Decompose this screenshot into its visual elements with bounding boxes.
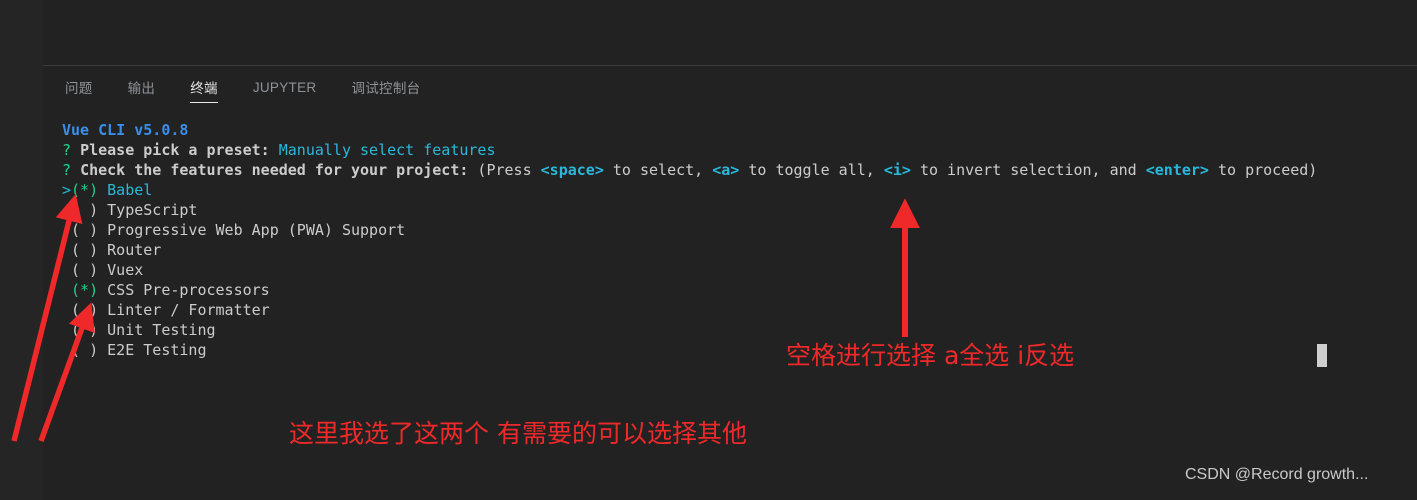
terminal-span: ? — [62, 161, 81, 179]
terminal-line: Vue CLI v5.0.8 — [62, 120, 1317, 140]
terminal-span: Linter / Formatter — [107, 301, 270, 319]
terminal-span: (Press — [477, 161, 541, 179]
terminal-span: Babel — [107, 181, 153, 199]
terminal-span: Vuex — [107, 261, 144, 279]
terminal-line: ( ) Progressive Web App (PWA) Support — [62, 220, 1317, 240]
terminal-span: ( ) — [62, 201, 108, 219]
terminal-span — [98, 281, 107, 299]
terminal-span: Please pick a preset: — [80, 141, 279, 159]
terminal-span: (*) — [71, 281, 99, 299]
editor-area — [43, 0, 1417, 66]
terminal-span: <a> — [712, 161, 740, 179]
terminal-span: ? — [62, 141, 81, 159]
terminal-line: ( ) Router — [62, 240, 1317, 260]
panel-tab-3[interactable]: JUPYTER — [253, 80, 317, 101]
panel-tab-2[interactable]: 终端 — [190, 77, 218, 103]
annotation-keys-note: 空格进行选择 a全选 i反选 — [786, 341, 1075, 370]
panel-tab-4[interactable]: 调试控制台 — [351, 77, 420, 103]
terminal-line: ? Check the features needed for your pro… — [62, 160, 1317, 180]
terminal-span: ( ) — [62, 261, 108, 279]
terminal-span: <i> — [883, 161, 911, 179]
terminal-span: to toggle all, — [739, 161, 884, 179]
terminal-line: ( ) Vuex — [62, 260, 1317, 280]
terminal-line: ( ) Unit Testing — [62, 320, 1317, 340]
terminal-span: ( ) — [62, 321, 108, 339]
terminal-line: ( ) TypeScript — [62, 200, 1317, 220]
terminal-span: (*) — [71, 181, 99, 199]
terminal-line: (*) CSS Pre-processors — [62, 280, 1317, 300]
terminal-line: ( ) E2E Testing — [62, 340, 1317, 360]
terminal-span: Manually select features — [278, 141, 496, 159]
terminal-span: Check the features needed for your proje… — [80, 161, 478, 179]
panel-tab-bar: 问题 输出 终端 JUPYTER 调试控制台 — [43, 74, 455, 106]
csdn-watermark: CSDN @Record growth... — [1185, 466, 1369, 483]
vscode-window: 问题 输出 终端 JUPYTER 调试控制台 Vue CLI v5.0.8? Pleas… — [0, 0, 1417, 500]
terminal-span: to invert selection, and — [910, 161, 1146, 179]
terminal-span: ( ) — [62, 241, 108, 259]
terminal-line: ? Please pick a preset: Manually select … — [62, 140, 1317, 160]
terminal-span: to proceed) — [1208, 161, 1318, 179]
panel-tab-0[interactable]: 问题 — [65, 77, 93, 103]
terminal-span: > — [62, 181, 72, 199]
terminal-span: TypeScript — [107, 201, 198, 219]
panel-tab-1[interactable]: 输出 — [128, 77, 156, 103]
terminal-output[interactable]: Vue CLI v5.0.8? Please pick a preset: Ma… — [62, 120, 1317, 360]
terminal-span: ( ) — [62, 221, 108, 239]
terminal-span: <space> — [540, 161, 604, 179]
terminal-span: Unit Testing — [107, 321, 216, 339]
terminal-line: ( ) Linter / Formatter — [62, 300, 1317, 320]
terminal-span: Progressive Web App (PWA) Support — [107, 221, 406, 239]
activity-bar-rail — [0, 0, 43, 500]
terminal-cursor — [1317, 344, 1327, 367]
terminal-span: Router — [107, 241, 162, 259]
terminal-span: CSS Pre-processors — [107, 281, 270, 299]
terminal-span — [98, 181, 107, 199]
terminal-span: E2E Testing — [107, 341, 207, 359]
terminal-span — [62, 281, 71, 299]
terminal-span: <enter> — [1145, 161, 1209, 179]
terminal-span: ( ) — [62, 341, 108, 359]
terminal-span: Vue CLI v5.0.8 — [62, 121, 189, 139]
terminal-span: ( ) — [62, 301, 108, 319]
terminal-span: to select, — [603, 161, 713, 179]
annotation-selection-note: 这里我选了这两个 有需要的可以选择其他 — [289, 419, 747, 448]
terminal-line: >(*) Babel — [62, 180, 1317, 200]
